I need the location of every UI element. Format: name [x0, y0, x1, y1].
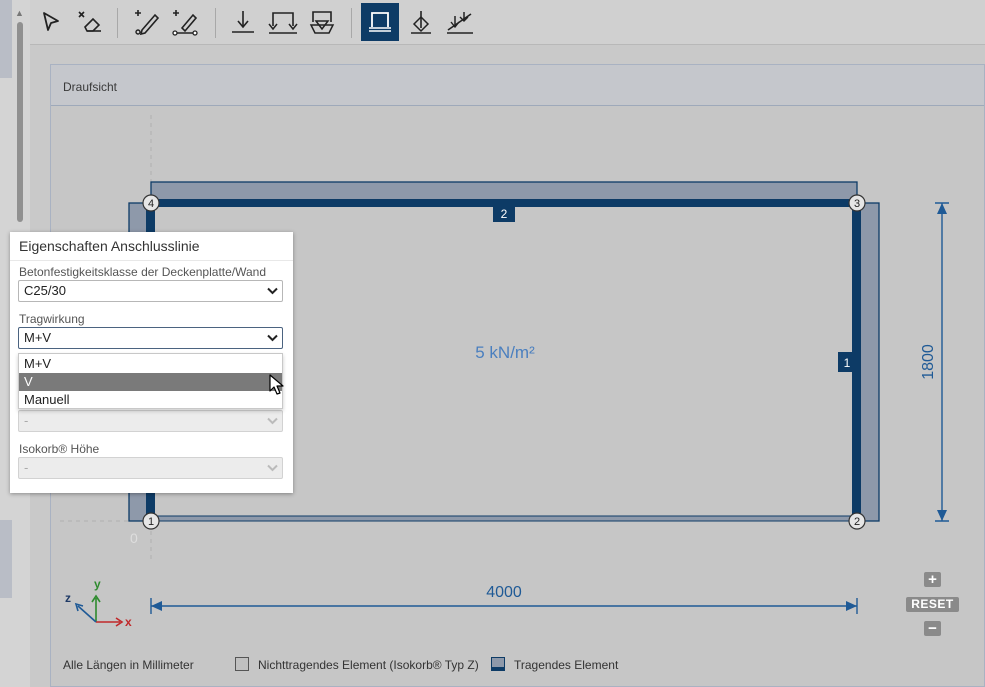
legend-nonbearing-label: Nichttragendes Element (Isokorb® Typ Z) — [258, 658, 479, 672]
disabled-select: - — [18, 410, 283, 432]
properties-title: Eigenschaften Anschlusslinie — [19, 238, 200, 254]
bearing-edge-2 — [151, 199, 857, 207]
chevron-down-icon — [267, 334, 278, 342]
zoom-out-button[interactable]: − — [924, 621, 941, 636]
node-3-label: 3 — [854, 198, 860, 210]
action-dropdown-list: M+V V Manuell — [18, 353, 283, 409]
zoom-in-button[interactable]: + — [924, 572, 941, 587]
legend-bearing-swatch — [491, 657, 505, 671]
node-4-label: 4 — [148, 198, 154, 210]
dimension-width: 4000 — [150, 584, 858, 614]
axis-y-label: y — [94, 577, 101, 591]
chevron-down-icon — [267, 287, 278, 295]
isokorb-height-select: - — [18, 457, 283, 479]
dropdown-option[interactable]: Manuell — [19, 391, 282, 409]
mouse-cursor-icon — [269, 374, 284, 395]
action-select[interactable]: M+V — [18, 327, 283, 349]
axis-z-label: z — [65, 591, 71, 605]
node-4: 4 — [142, 194, 160, 212]
units-note: Alle Längen in Millimeter — [63, 658, 194, 672]
node-2-label: 2 — [854, 516, 860, 528]
zoom-reset-button[interactable]: RESET — [906, 597, 959, 612]
area-load-label: 5 kN/m² — [475, 343, 535, 362]
node-3: 3 — [848, 194, 866, 212]
dimension-height-label: 1800 — [920, 344, 937, 380]
chevron-down-icon — [267, 417, 278, 425]
properties-divider — [10, 260, 293, 261]
axis-x-label: x — [125, 615, 132, 629]
dimension-width-label: 4000 — [486, 584, 522, 601]
action-label: Tragwirkung — [19, 312, 85, 326]
dropdown-option[interactable]: M+V — [19, 355, 282, 373]
edge-label-2-text: 2 — [501, 207, 508, 221]
concrete-class-label: Betonfestigkeitsklasse der Deckenplatte/… — [19, 265, 267, 279]
origin-label: 0 — [130, 530, 138, 546]
isokorb-height-value: - — [24, 460, 29, 475]
dimension-height: 1800 — [920, 202, 949, 522]
dropdown-option-highlighted[interactable]: V — [19, 373, 282, 391]
node-1-label: 1 — [148, 516, 154, 528]
action-value: M+V — [24, 330, 52, 345]
concrete-class-value: C25/30 — [24, 283, 66, 298]
node-2: 2 — [848, 512, 866, 530]
concrete-class-select[interactable]: C25/30 — [18, 280, 283, 302]
disabled-select-value: - — [24, 413, 29, 428]
isokorb-height-label: Isokorb® Höhe — [19, 442, 100, 456]
edge-label-1-text: 1 — [844, 356, 851, 370]
nonbearing-element-bottom — [150, 515, 858, 522]
node-1: 1 — [142, 512, 160, 530]
axes-indicator: y x z — [65, 577, 132, 629]
legend-nonbearing-swatch — [235, 657, 249, 671]
legend-bearing-label: Tragendes Element — [514, 658, 619, 672]
chevron-down-icon — [267, 464, 278, 472]
